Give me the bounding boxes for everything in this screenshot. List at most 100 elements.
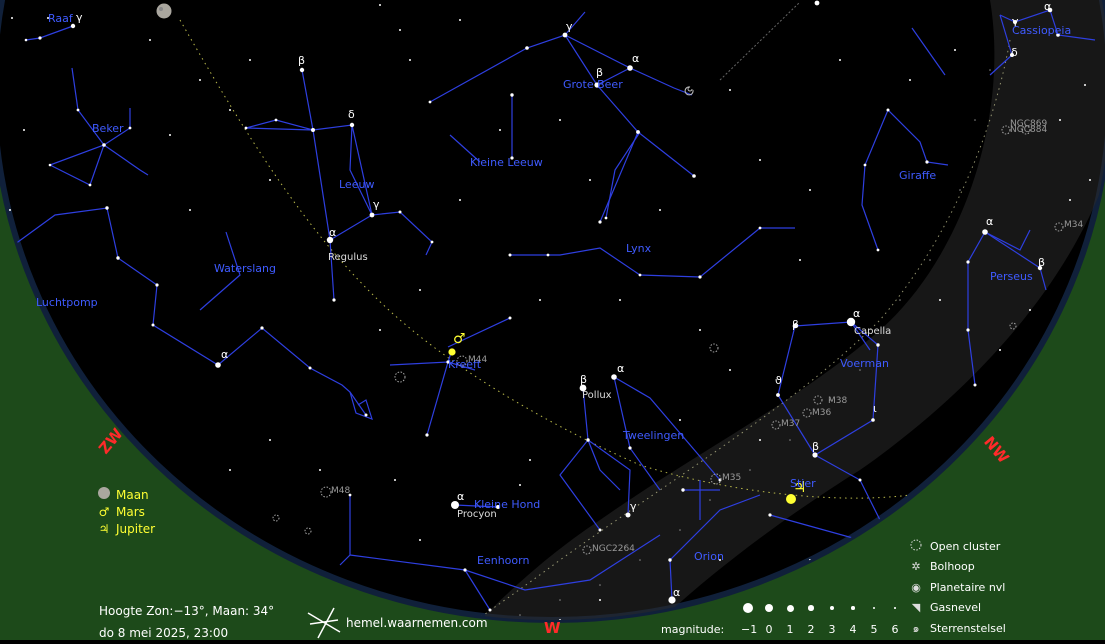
open-cluster-icon (908, 539, 924, 554)
object-legend: Open cluster ✲ Bolhoop ◉ Planetaire nvl … (908, 536, 1006, 639)
svg-text:γ: γ (566, 20, 573, 33)
magnitude-label: magnitude: (661, 623, 725, 636)
constellation-label[interactable]: Orion (694, 550, 724, 563)
legend-galaxy: ๑ Sterrenstelsel (908, 618, 1006, 639)
legend-label: Mars (116, 504, 145, 519)
svg-text:ϑ: ϑ (775, 374, 782, 387)
constellation-label[interactable]: Tweelingen (623, 429, 684, 442)
svg-text:ι: ι (873, 402, 877, 415)
svg-text:α: α (221, 348, 228, 361)
legend-label: Planetaire nvl (930, 580, 1006, 594)
dso-label[interactable]: NGC2264 (592, 544, 635, 554)
constellation-label[interactable]: Beker (92, 122, 124, 135)
dso-label[interactable]: NGC884 (1010, 125, 1047, 135)
legend-mars: ♂ Mars (96, 503, 155, 520)
magnitude-dot (894, 607, 896, 609)
moon-icon (96, 486, 112, 503)
legend-moon: Maan (96, 486, 155, 503)
svg-text:α: α (632, 52, 639, 65)
galaxy-icon: ๑ (912, 622, 920, 636)
magnitude-dot (808, 605, 814, 611)
magnitude-value: 3 (828, 623, 836, 636)
svg-text:β: β (812, 440, 819, 453)
legend-open-cluster: Open cluster (908, 536, 1006, 557)
datetime-readout: do 8 mei 2025, 23:00 (99, 626, 229, 640)
svg-text:α: α (853, 307, 860, 320)
svg-text:α: α (457, 490, 464, 503)
constellation-label[interactable]: Perseus (990, 270, 1033, 283)
magnitude-dot (786, 604, 794, 612)
magnitude-value: 5 (870, 623, 878, 636)
constellation-label[interactable]: Giraffe (899, 169, 936, 182)
constellation-label[interactable]: Raaf (48, 12, 73, 25)
magnitude-value: 0 (765, 623, 773, 636)
svg-text:α: α (1044, 0, 1051, 13)
svg-text:δ: δ (1011, 46, 1018, 59)
svg-text:δ: δ (348, 108, 355, 121)
legend-label: Open cluster (930, 539, 1001, 553)
constellation-label[interactable]: Waterslang (214, 262, 276, 275)
planet-legend: Maan ♂ Mars ♃ Jupiter (96, 486, 155, 537)
constellation-label[interactable]: Cassiopeia (1012, 24, 1071, 37)
gas-nebula-icon: ◥ (911, 601, 921, 615)
svg-text:α: α (673, 586, 680, 599)
constellation-label[interactable]: Kleine Leeuw (470, 156, 543, 169)
jupiter-icon: ♃ (98, 521, 110, 536)
dso-label[interactable]: M38 (828, 396, 847, 406)
star-label-regulus[interactable]: Regulus (328, 252, 368, 263)
svg-text:α: α (617, 362, 624, 375)
svg-text:α: α (986, 215, 993, 228)
svg-text:β: β (792, 318, 799, 331)
constellation-label[interactable]: Voerman (840, 357, 889, 370)
brand-link[interactable]: hemel.waarnemen.com (346, 616, 488, 630)
mars-icon: ♂ (98, 504, 110, 519)
star-label-pollux[interactable]: Pollux (582, 390, 612, 401)
magnitude-value: 2 (807, 623, 815, 636)
moon-crater (159, 7, 163, 11)
constellation-label[interactable]: Grote Beer (563, 78, 623, 91)
constellation-label[interactable]: Stier (790, 477, 816, 490)
svg-text:γ: γ (76, 11, 83, 24)
magnitude-value: 6 (891, 623, 899, 636)
svg-text:β: β (298, 54, 305, 67)
dso-label[interactable]: M37 (781, 419, 800, 429)
legend-label: Bolhoop (930, 560, 975, 574)
constellation-label[interactable]: Eenhoorn (477, 554, 529, 567)
constellation-label[interactable]: Luchtpomp (36, 296, 98, 309)
altitude-readout: Hoogte Zon:−13°, Maan: 34° (99, 604, 275, 618)
mars-symbol: ♂ (453, 331, 466, 347)
legend-globular: ✲ Bolhoop (908, 557, 1006, 578)
moon-marker[interactable] (156, 3, 172, 19)
svg-text:γ: γ (630, 500, 637, 513)
dso-label[interactable]: M36 (812, 408, 831, 418)
planetary-nebula-icon: ◉ (911, 580, 921, 594)
dso-label[interactable]: M48 (331, 486, 350, 496)
magnitude-value: 1 (786, 623, 794, 636)
dso-label[interactable]: M35 (722, 473, 741, 483)
legend-label: Maan (116, 487, 149, 502)
star-label-procyon[interactable]: Procyon (457, 509, 497, 520)
legend-planetary: ◉ Planetaire nvl (908, 577, 1006, 598)
magnitude-dot (851, 606, 855, 610)
legend-label: Gasnevel (930, 601, 982, 615)
constellation-label[interactable]: Lynx (626, 242, 651, 255)
svg-text:β: β (580, 373, 587, 386)
magnitude-value: −1 (741, 623, 758, 636)
legend-label: Jupiter (116, 521, 156, 536)
mars-marker[interactable] (448, 348, 456, 356)
dso-label[interactable]: M34 (1064, 220, 1083, 230)
legend-gas-nebula: ◥ Gasnevel (908, 598, 1006, 619)
globular-cluster-icon: ✲ (911, 560, 921, 574)
dso-label[interactable]: M44 (468, 355, 487, 365)
legend-label: Sterrenstelsel (930, 621, 1006, 635)
magnitude-value: 4 (849, 623, 857, 636)
star-label-capella[interactable]: Capella (854, 326, 891, 337)
compass-w: W (544, 619, 561, 637)
legend-jupiter: ♃ Jupiter (96, 520, 156, 537)
svg-text:γ: γ (373, 198, 380, 211)
svg-text:α: α (329, 226, 336, 239)
constellation-label[interactable]: Leeuw (339, 178, 374, 191)
magnitude-dot (743, 603, 753, 613)
status-panel: Hoogte Zon:−13°, Maan: 34° do 8 mei 2025… (99, 600, 274, 644)
svg-text:β: β (1038, 256, 1045, 269)
